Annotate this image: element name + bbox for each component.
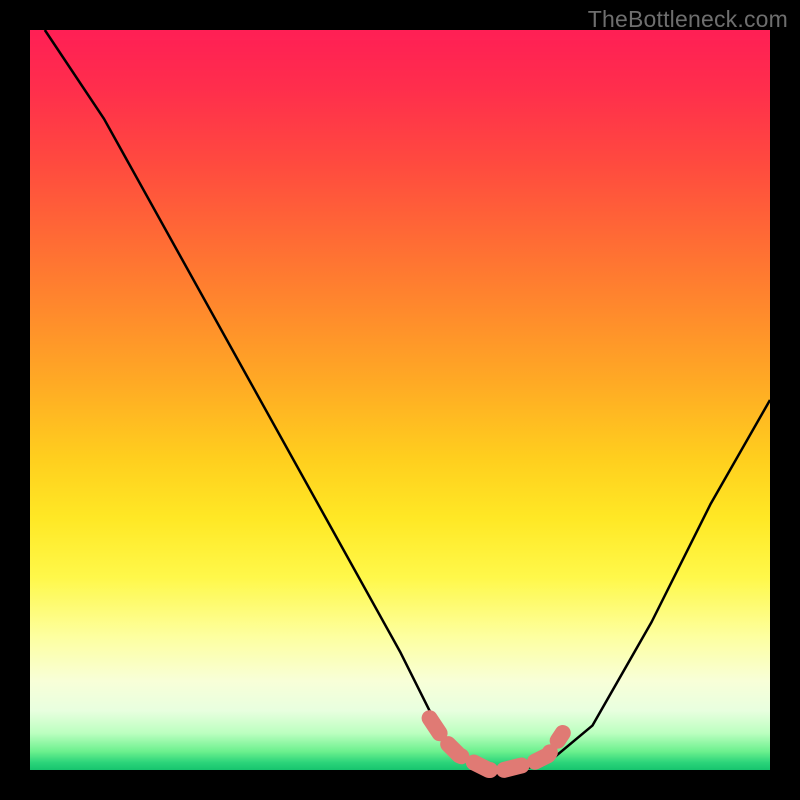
bottleneck-curve	[45, 30, 770, 770]
plot-area	[30, 30, 770, 770]
optimal-range-marker	[430, 718, 563, 770]
watermark-text: TheBottleneck.com	[588, 6, 788, 33]
curve-svg	[30, 30, 770, 770]
chart-frame: TheBottleneck.com	[0, 0, 800, 800]
